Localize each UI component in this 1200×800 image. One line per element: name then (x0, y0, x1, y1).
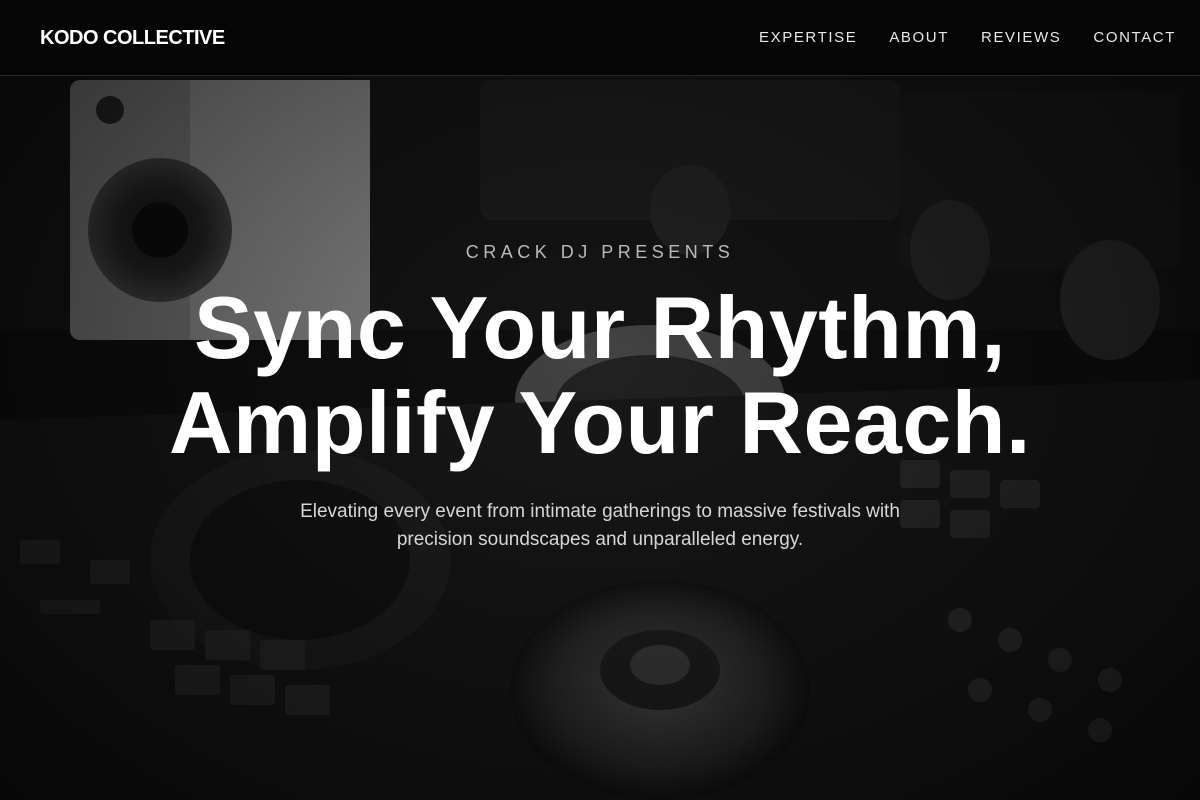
brand-logo[interactable]: KODO COLLECTIVE (40, 26, 225, 50)
hero-eyebrow: CRACK DJ PRESENTS (465, 242, 735, 262)
nav-link-about[interactable]: ABOUT (889, 29, 949, 47)
nav-link-expertise[interactable]: EXPERTISE (759, 29, 857, 47)
nav-link-contact[interactable]: CONTACT (1093, 29, 1176, 47)
landing-page: KODO COLLECTIVE EXPERTISE ABOUT REVIEWS … (0, 0, 1200, 800)
hero-section: CRACK DJ PRESENTS Sync Your Rhythm, Ampl… (0, 240, 1200, 554)
nav-menu: EXPERTISE ABOUT REVIEWS CONTACT (759, 29, 1176, 47)
nav-link-reviews[interactable]: REVIEWS (981, 29, 1061, 47)
top-navbar: KODO COLLECTIVE EXPERTISE ABOUT REVIEWS … (0, 0, 1200, 76)
hero-subtitle: Elevating every event from intimate gath… (300, 501, 900, 550)
hero-headline: Sync Your Rhythm, Amplify Your Reach. (169, 278, 1031, 472)
